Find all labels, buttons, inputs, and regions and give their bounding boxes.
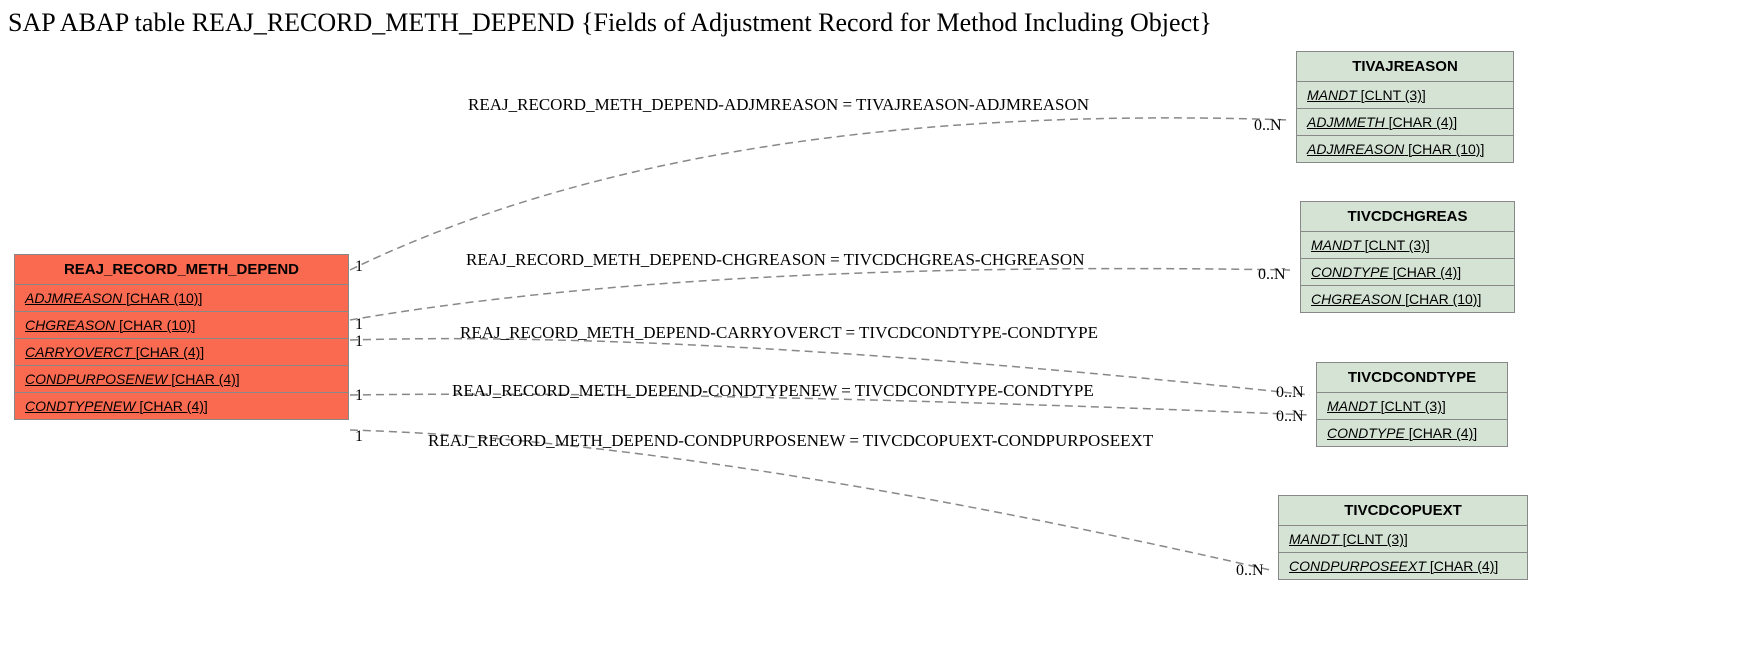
ref-entity-field: MANDT [CLNT (3)] (1279, 526, 1527, 553)
cardinality-right: 0..N (1254, 117, 1282, 135)
relation-label: REAJ_RECORD_METH_DEPEND-ADJMREASON = TIV… (468, 95, 1089, 115)
main-entity-field: CHGREASON [CHAR (10)] (15, 312, 348, 339)
ref-entity-field: MANDT [CLNT (3)] (1317, 393, 1507, 420)
main-entity-field: ADJMREASON [CHAR (10)] (15, 285, 348, 312)
cardinality-right: 0..N (1236, 562, 1264, 580)
ref-entity-field: ADJMMETH [CHAR (4)] (1297, 109, 1513, 136)
relation-label: REAJ_RECORD_METH_DEPEND-CONDTYPENEW = TI… (452, 381, 1094, 401)
ref-entity-tivcdcondtype: TIVCDCONDTYPE MANDT [CLNT (3)] CONDTYPE … (1316, 362, 1508, 447)
relation-label: REAJ_RECORD_METH_DEPEND-CONDPURPOSENEW =… (428, 431, 1153, 451)
ref-entity-tivcdchgreas: TIVCDCHGREAS MANDT [CLNT (3)] CONDTYPE [… (1300, 201, 1515, 313)
cardinality-right: 0..N (1258, 266, 1286, 284)
main-entity-field: CONDPURPOSENEW [CHAR (4)] (15, 366, 348, 393)
main-entity-field: CONDTYPENEW [CHAR (4)] (15, 393, 348, 419)
ref-entity-name: TIVCDCONDTYPE (1317, 363, 1507, 393)
cardinality-left: 1 (355, 316, 363, 334)
cardinality-left: 1 (355, 387, 363, 405)
cardinality-left: 1 (355, 258, 363, 276)
ref-entity-name: TIVAJREASON (1297, 52, 1513, 82)
cardinality-left: 1 (355, 428, 363, 446)
ref-entity-field: CONDTYPE [CHAR (4)] (1301, 259, 1514, 286)
ref-entity-tivcdcopuext: TIVCDCOPUEXT MANDT [CLNT (3)] CONDPURPOS… (1278, 495, 1528, 580)
ref-entity-name: TIVCDCOPUEXT (1279, 496, 1527, 526)
ref-entity-tivajreason: TIVAJREASON MANDT [CLNT (3)] ADJMMETH [C… (1296, 51, 1514, 163)
main-entity-table: REAJ_RECORD_METH_DEPEND ADJMREASON [CHAR… (14, 254, 349, 420)
ref-entity-field: CONDTYPE [CHAR (4)] (1317, 420, 1507, 446)
main-entity-field: CARRYOVERCT [CHAR (4)] (15, 339, 348, 366)
cardinality-right: 0..N (1276, 384, 1304, 402)
ref-entity-field: CONDPURPOSEEXT [CHAR (4)] (1279, 553, 1527, 579)
relation-label: REAJ_RECORD_METH_DEPEND-CARRYOVERCT = TI… (460, 323, 1098, 343)
cardinality-left: 1 (355, 333, 363, 351)
main-entity-name: REAJ_RECORD_METH_DEPEND (15, 255, 348, 285)
page-title: SAP ABAP table REAJ_RECORD_METH_DEPEND {… (8, 8, 1212, 38)
ref-entity-field: MANDT [CLNT (3)] (1301, 232, 1514, 259)
relation-label: REAJ_RECORD_METH_DEPEND-CHGREASON = TIVC… (466, 250, 1084, 270)
ref-entity-field: ADJMREASON [CHAR (10)] (1297, 136, 1513, 162)
ref-entity-name: TIVCDCHGREAS (1301, 202, 1514, 232)
ref-entity-field: MANDT [CLNT (3)] (1297, 82, 1513, 109)
ref-entity-field: CHGREASON [CHAR (10)] (1301, 286, 1514, 312)
cardinality-right: 0..N (1276, 408, 1304, 426)
